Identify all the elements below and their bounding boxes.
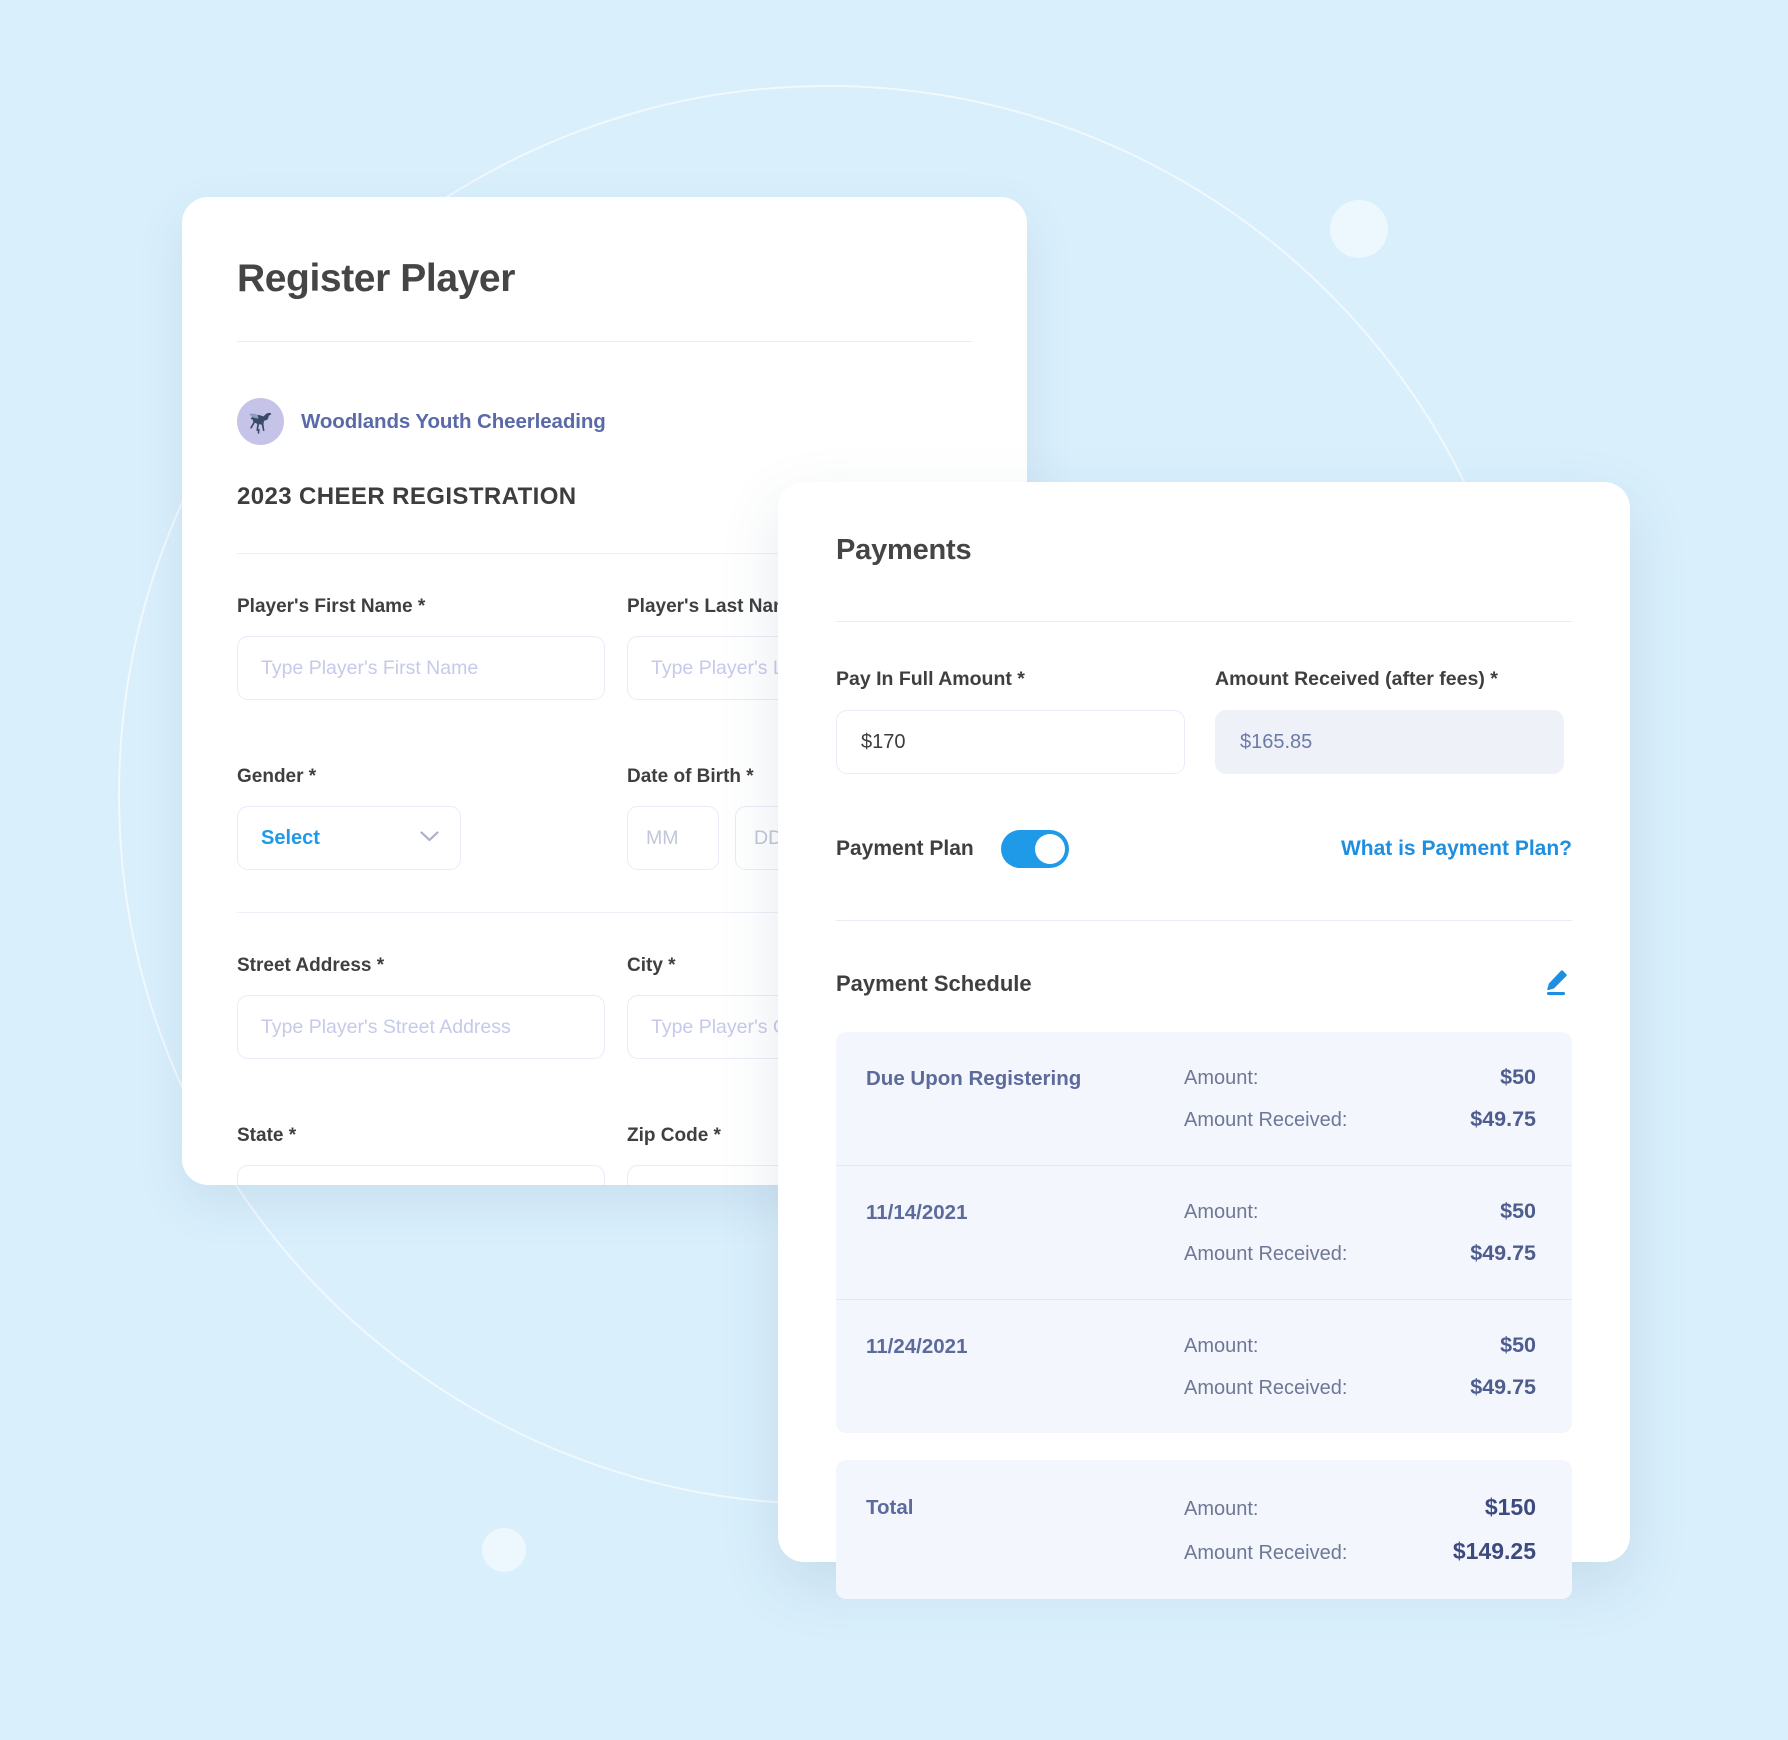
- amount-received-label: Amount Received:: [1184, 1109, 1348, 1131]
- amount-received-label: Amount Received:: [1184, 1377, 1348, 1399]
- schedule-row-amounts: Amount: $50 Amount Received: $49.75: [1184, 1333, 1536, 1400]
- schedule-row-name: Due Upon Registering: [866, 1067, 1082, 1090]
- total-amount-received-value: $149.25: [1452, 1538, 1536, 1564]
- background-dot-top-right: [1330, 200, 1388, 258]
- table-row: 11/24/2021 Amount: $50 Amount Received: …: [836, 1300, 1572, 1433]
- payments-card: Payments Pay In Full Amount * Amount Rec…: [778, 482, 1630, 1599]
- payment-schedule-table: Due Upon Registering Amount: $50 Amount …: [836, 1032, 1572, 1433]
- total-amount-value: $150: [1484, 1494, 1536, 1520]
- amount-received-line: Amount Received: $49.75: [1184, 1241, 1536, 1266]
- toggle-knob: [1034, 834, 1065, 864]
- total-row: Total Amount: $150 Amount Received: $149…: [836, 1460, 1572, 1599]
- schedule-row-name: 11/14/2021: [866, 1201, 968, 1224]
- pay-in-full-input[interactable]: [836, 710, 1185, 774]
- payments-title-divider: [836, 621, 1572, 622]
- dob-month-input[interactable]: [627, 806, 719, 870]
- payment-total-table: Total Amount: $150 Amount Received: $149…: [836, 1460, 1572, 1599]
- total-amount-received-line: Amount Received: $149.25: [1184, 1538, 1536, 1565]
- street-address-label: Street Address *: [237, 955, 385, 976]
- total-amount-line: Amount: $150: [1184, 1494, 1536, 1521]
- table-row: 11/14/2021 Amount: $50 Amount Received: …: [836, 1166, 1572, 1300]
- state-input[interactable]: [237, 1165, 605, 1185]
- payment-amounts-grid: Pay In Full Amount * Amount Received (af…: [836, 668, 1572, 774]
- field-amount-received: Amount Received (after fees) *: [1215, 668, 1564, 774]
- amount-label: Amount:: [1184, 1067, 1259, 1089]
- amount-received-label: Amount Received:: [1184, 1243, 1348, 1265]
- amount-line: Amount: $50: [1184, 1333, 1536, 1358]
- first-name-label: Player's First Name *: [237, 596, 426, 617]
- gender-select[interactable]: Select: [237, 806, 461, 870]
- field-street-address: Street Address *: [237, 955, 605, 1059]
- first-name-input[interactable]: [237, 636, 605, 700]
- amount-line: Amount: $50: [1184, 1065, 1536, 1090]
- payments-title: Payments: [836, 534, 972, 566]
- amount-label: Amount:: [1184, 1201, 1259, 1223]
- amount-received-value: $49.75: [1470, 1375, 1536, 1399]
- gender-label: Gender *: [237, 766, 317, 787]
- payment-plan-label: Payment Plan: [836, 837, 974, 860]
- schedule-row-amounts: Amount: $50 Amount Received: $49.75: [1184, 1065, 1536, 1132]
- amount-received-label: Amount Received (after fees) *: [1215, 668, 1498, 690]
- pencil-icon[interactable]: [1540, 965, 1572, 1002]
- amount-value: $50: [1500, 1333, 1536, 1357]
- field-pay-in-full: Pay In Full Amount *: [836, 668, 1185, 774]
- gender-selected-value: Select: [261, 826, 320, 849]
- amount-received-input: [1215, 710, 1564, 774]
- organization-name: Woodlands Youth Cheerleading: [301, 409, 606, 433]
- total-amounts: Amount: $150 Amount Received: $149.25: [1184, 1494, 1536, 1565]
- payment-schedule-header: Payment Schedule: [836, 965, 1572, 1002]
- amount-line: Amount: $50: [1184, 1199, 1536, 1224]
- amount-value: $50: [1500, 1065, 1536, 1089]
- payment-plan-toggle[interactable]: [1000, 830, 1069, 868]
- page-title: Register Player: [237, 257, 515, 300]
- field-first-name: Player's First Name *: [237, 596, 605, 700]
- amount-received-value: $49.75: [1470, 1107, 1536, 1131]
- schedule-row-name: 11/24/2021: [866, 1335, 968, 1358]
- amount-label: Amount:: [1184, 1335, 1259, 1357]
- organization-row: Woodlands Youth Cheerleading: [237, 398, 972, 445]
- street-address-input[interactable]: [237, 995, 605, 1059]
- payment-plan-divider: [836, 920, 1572, 921]
- amount-received-line: Amount Received: $49.75: [1184, 1375, 1536, 1400]
- schedule-row-amounts: Amount: $50 Amount Received: $49.75: [1184, 1199, 1536, 1266]
- payment-schedule-title: Payment Schedule: [836, 970, 1032, 996]
- pay-in-full-label: Pay In Full Amount *: [836, 668, 1025, 690]
- pegasus-logo-icon: [237, 398, 284, 445]
- table-row: Due Upon Registering Amount: $50 Amount …: [836, 1032, 1572, 1166]
- background-dot-bottom-left: [482, 1528, 526, 1572]
- payment-plan-row: Payment Plan What is Payment Plan?: [836, 830, 1572, 868]
- amount-received-line: Amount Received: $49.75: [1184, 1107, 1536, 1132]
- amount-received-value: $49.75: [1470, 1241, 1536, 1265]
- total-label: Total: [866, 1496, 914, 1519]
- chevron-down-icon: [420, 829, 439, 847]
- amount-received-label: Amount Received:: [1184, 1542, 1348, 1564]
- title-divider: [237, 341, 972, 342]
- field-state: State *: [237, 1125, 605, 1185]
- amount-label: Amount:: [1184, 1498, 1259, 1520]
- amount-value: $50: [1500, 1199, 1536, 1223]
- field-gender: Gender * Select: [237, 766, 605, 870]
- state-label: State *: [237, 1125, 297, 1146]
- what-is-payment-plan-link[interactable]: What is Payment Plan?: [1341, 837, 1572, 861]
